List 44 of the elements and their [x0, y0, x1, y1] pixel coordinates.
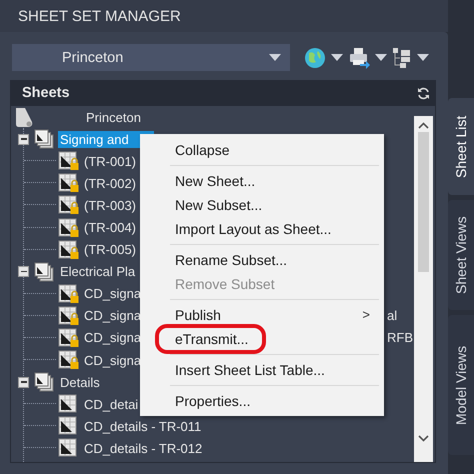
tree-item[interactable]: Details [58, 374, 102, 391]
refresh-icon[interactable] [417, 86, 430, 100]
submenu-arrow-icon: > [362, 307, 370, 322]
menu-item[interactable]: Properties... [140, 388, 384, 412]
collapse-icon[interactable] [18, 266, 29, 278]
tree-item[interactable]: (TR-005) [82, 241, 138, 258]
menu-item[interactable]: Import Layout as Sheet... [140, 216, 384, 240]
printer-icon[interactable] [348, 46, 370, 68]
subset-icon [34, 262, 54, 282]
header-title: Sheets [22, 85, 70, 101]
caret-icon[interactable] [331, 54, 343, 61]
subset-icon [34, 372, 54, 392]
caret-icon[interactable] [269, 54, 281, 61]
globe-icon[interactable] [304, 46, 326, 68]
scroll-down-icon[interactable] [418, 435, 429, 442]
tree-item[interactable]: Princeton [84, 108, 143, 126]
sheet-views-icon[interactable] [392, 46, 412, 68]
scrollbar-thumb[interactable] [418, 132, 429, 272]
side-tab[interactable]: Sheet List [448, 98, 474, 195]
tree-item[interactable]: CD_detai [82, 396, 140, 413]
menu-item[interactable]: Rename Subset... [140, 248, 384, 272]
menu-item[interactable]: New Subset... [140, 192, 384, 216]
tree-item[interactable]: (TR-004) [82, 219, 138, 236]
scroll-up-icon[interactable] [418, 122, 429, 129]
sheet-set-dropdown[interactable]: Princeton [12, 44, 290, 71]
subset-icon [34, 129, 54, 150]
tree-item[interactable]: CD_details - TR-011 [82, 418, 204, 435]
menu-item[interactable]: New Sheet... [140, 168, 384, 192]
tree-item[interactable]: (TR-002) [82, 174, 138, 192]
collapse-icon[interactable] [18, 376, 29, 388]
caret-icon[interactable] [417, 54, 429, 61]
tree-item[interactable]: Electrical Pla [58, 263, 138, 280]
tree-item[interactable]: (TR-003) [82, 196, 138, 214]
tree-item[interactable]: CD_details - TR-012 [82, 440, 204, 457]
tree-item-text: al [387, 308, 398, 324]
sheet-set-icon [14, 106, 34, 128]
tree-item[interactable]: (TR-001) [82, 152, 138, 170]
caret-icon[interactable] [375, 54, 387, 61]
panel-title: SHEET SET MANAGER [0, 0, 448, 32]
collapse-icon[interactable] [18, 134, 29, 145]
tree-item-text: RFB [387, 330, 413, 346]
scrollbar[interactable] [414, 116, 433, 462]
side-tab[interactable]: Model Views [448, 315, 474, 455]
side-tab[interactable]: Sheet Views [448, 200, 474, 310]
